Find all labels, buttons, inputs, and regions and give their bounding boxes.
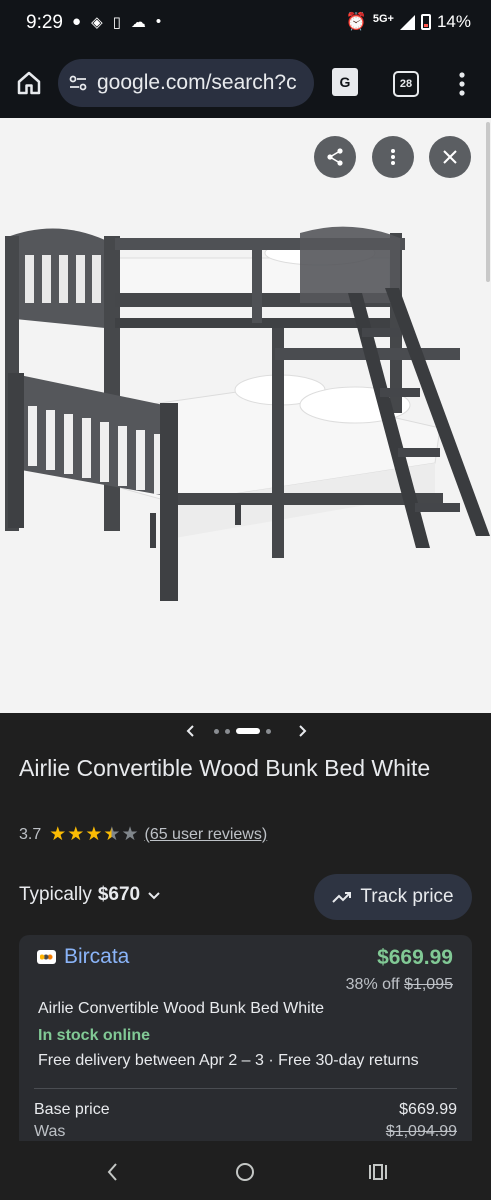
carousel-dot[interactable]: [214, 728, 219, 734]
home-nav-icon[interactable]: [233, 1160, 257, 1184]
back-icon[interactable]: [101, 1160, 125, 1184]
offer-card[interactable]: Bircata $669.99 38% off $1,095 Airlie Co…: [19, 935, 472, 1150]
network-type: 5G+: [372, 13, 394, 25]
status-bar: 9:29 ● ◈ ▯ ☁ • ⏰ 5G+ 14%: [0, 0, 491, 48]
reviews-link[interactable]: (65 user reviews): [144, 826, 267, 844]
half-star-icon: ★: [103, 824, 121, 845]
rating-row: 3.7 ★ ★ ★ ★ ★ (65 user reviews): [19, 825, 267, 844]
carousel-dots: [214, 728, 271, 734]
close-button[interactable]: [429, 136, 471, 178]
image-carousel-nav: [0, 713, 491, 751]
system-icons: ⏰ 5G+ 14%: [346, 12, 471, 32]
star-icon: ★: [85, 824, 103, 845]
url-text: google.com/search?c: [97, 71, 297, 94]
clock: 9:29: [26, 12, 63, 33]
scrollbar[interactable]: [486, 122, 490, 282]
original-price: $1,095: [404, 976, 453, 993]
share-icon: [327, 148, 343, 166]
tab-switcher-button[interactable]: 28: [393, 71, 419, 97]
close-icon: [443, 150, 457, 164]
translate-icon[interactable]: G: [332, 68, 358, 96]
star-icon: ★: [67, 824, 85, 845]
discount-percent: 38% off: [345, 976, 400, 993]
more-options-icon[interactable]: [453, 70, 471, 98]
battery-icon: [420, 14, 431, 30]
was-price-row: Was $1,094.99: [34, 1123, 457, 1141]
alarm-icon: ⏰: [345, 12, 367, 31]
sim-icon: ▯: [112, 14, 121, 31]
chevron-right-icon[interactable]: [292, 721, 312, 741]
system-nav-bar: [0, 1141, 491, 1200]
browser-toolbar: google.com/search?c G 28: [0, 48, 491, 118]
rating-value: 3.7: [19, 825, 42, 843]
product-image-viewer[interactable]: [0, 118, 491, 713]
base-price-label: Base price: [34, 1101, 110, 1118]
product-image: [5, 226, 490, 601]
carousel-dot-active[interactable]: [236, 728, 260, 734]
message-icon: ●: [72, 13, 82, 30]
location-icon: ◈: [91, 14, 103, 31]
divider: [34, 1088, 457, 1089]
typical-label: Typically: [19, 884, 92, 905]
star-rating: ★ ★ ★ ★ ★: [49, 825, 138, 844]
was-label: Was: [34, 1123, 66, 1140]
merchant-logo: [37, 950, 56, 964]
merchant[interactable]: Bircata: [37, 945, 129, 969]
site-settings-icon[interactable]: [68, 73, 88, 93]
empty-star-icon: ★: [121, 824, 139, 845]
product-title: Airlie Convertible Wood Bunk Bed White: [19, 755, 431, 781]
typical-price-dropdown[interactable]: Typically $670: [19, 884, 162, 906]
notification-icons: ● ◈ ▯ ☁ •: [72, 13, 161, 31]
chevron-left-icon[interactable]: [181, 721, 201, 741]
battery-percent: 14%: [436, 12, 471, 31]
carousel-dot[interactable]: [225, 728, 230, 734]
home-icon[interactable]: [14, 68, 44, 98]
track-price-label: Track price: [360, 886, 454, 907]
url-bar[interactable]: google.com/search?c: [58, 59, 314, 107]
share-button[interactable]: [314, 136, 356, 178]
carousel-dot[interactable]: [266, 728, 271, 734]
signal-icon: [399, 14, 415, 30]
recent-apps-icon[interactable]: [366, 1160, 390, 1184]
delivery-info: Free delivery between Apr 2 – 3 · Free 3…: [38, 1052, 419, 1069]
stock-status: In stock online: [38, 1027, 151, 1044]
image-more-button[interactable]: [372, 136, 414, 178]
more-vert-icon: [391, 149, 395, 165]
weather-icon: ☁: [130, 14, 146, 31]
star-icon: ★: [49, 824, 67, 845]
typical-price: $670: [97, 884, 141, 905]
track-price-button[interactable]: Track price: [314, 874, 472, 920]
base-price-value: $669.99: [399, 1101, 457, 1118]
was-value: $1,094.99: [385, 1123, 457, 1140]
merchant-name[interactable]: Bircata: [64, 945, 129, 969]
dot-icon: •: [155, 13, 162, 30]
chevron-down-icon: [148, 892, 160, 900]
discount-info: 38% off $1,095: [346, 976, 453, 994]
base-price-row: Base price $669.99: [34, 1101, 457, 1119]
trending-icon: [332, 892, 352, 903]
offer-title: Airlie Convertible Wood Bunk Bed White: [38, 1000, 325, 1017]
offer-price: $669.99: [377, 946, 453, 969]
